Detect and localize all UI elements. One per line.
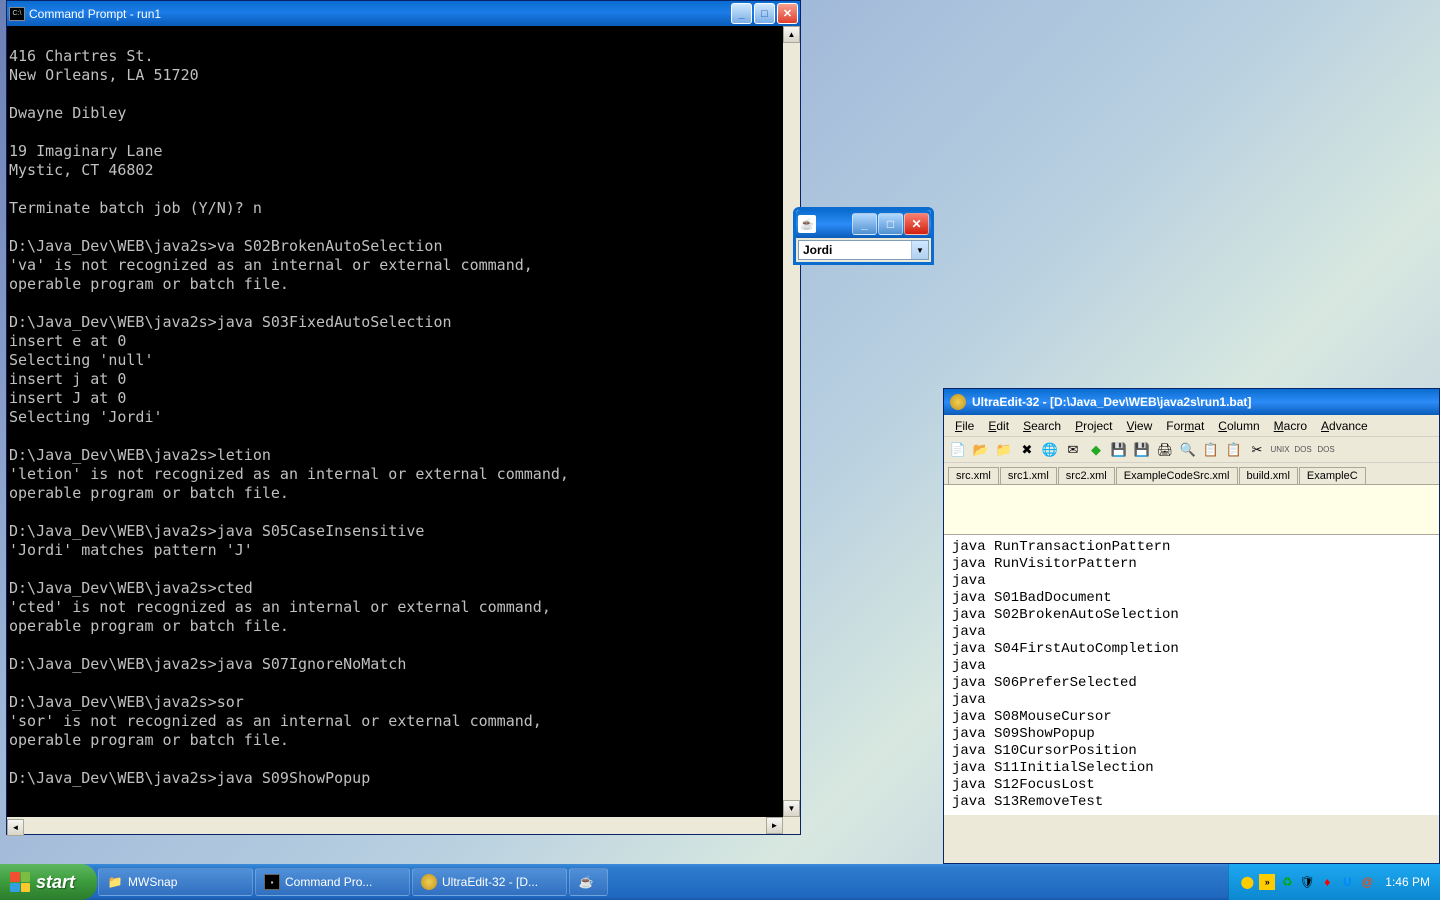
menu-edit[interactable]: Edit	[981, 417, 1016, 435]
save-all-icon[interactable]: 💾	[1132, 440, 1152, 460]
ultraedit-tabs: src.xml src1.xml src2.xml ExampleCodeSrc…	[944, 463, 1439, 485]
menu-format[interactable]: Format	[1159, 417, 1211, 435]
dos-icon[interactable]: DOS	[1293, 440, 1313, 460]
taskbar-item-java[interactable]: ☕	[569, 868, 608, 896]
ultraedit-titlebar[interactable]: UltraEdit-32 - [D:\Java_Dev\WEB\java2s\r…	[944, 389, 1439, 415]
tab-src2-xml[interactable]: src2.xml	[1058, 467, 1115, 484]
tray-icon-2[interactable]: »	[1259, 874, 1275, 890]
taskbar-item-ultraedit[interactable]: UltraEdit-32 - [D...	[412, 868, 567, 896]
cmd-icon: ▪	[264, 874, 280, 890]
tab-build-xml[interactable]: build.xml	[1239, 467, 1298, 484]
menu-search[interactable]: Search	[1016, 417, 1068, 435]
menu-view[interactable]: View	[1119, 417, 1159, 435]
task-label: Command Pro...	[285, 875, 372, 889]
java-maximize-button[interactable]: □	[878, 213, 903, 235]
command-prompt-window: C:\ Command Prompt - run1 _ □ ✕ 416 Char…	[6, 0, 801, 835]
paste-icon[interactable]: 📋	[1224, 440, 1244, 460]
minimize-button[interactable]: _	[731, 3, 752, 24]
java-minimize-button[interactable]: _	[852, 213, 877, 235]
java-icon: ☕	[578, 874, 594, 890]
windows-logo-icon	[10, 872, 30, 892]
scroll-left-button[interactable]: ◄	[7, 819, 24, 836]
tab-src-xml[interactable]: src.xml	[948, 467, 999, 484]
cmd-app-icon: C:\	[9, 7, 25, 21]
system-tray: ⬤ » ♻ 🛡 ♦ U @ 1:46 PM	[1228, 864, 1440, 900]
close-file-icon[interactable]: ✖	[1017, 440, 1037, 460]
start-label: start	[36, 872, 75, 893]
print-icon[interactable]: 🖨	[1155, 440, 1175, 460]
tray-icon-3[interactable]: ♻	[1279, 874, 1295, 890]
preview-icon[interactable]: 🔍	[1178, 440, 1198, 460]
tray-icon-at[interactable]: @	[1359, 874, 1375, 890]
taskbar-item-mwsnap[interactable]: 📁 MWSnap	[98, 868, 253, 896]
copy-icon[interactable]: 📋	[1201, 440, 1221, 460]
cut-icon[interactable]: ✂	[1247, 440, 1267, 460]
ultraedit-toolbar: 📄 📂 📁 ✖ 🌐 ✉ ◆ 💾 💾 🖨 🔍 📋 📋 ✂ UNIX DOS DOS	[944, 437, 1439, 463]
green-icon[interactable]: ◆	[1086, 440, 1106, 460]
menu-advanced[interactable]: Advance	[1314, 417, 1375, 435]
ultraedit-app-icon	[950, 394, 966, 410]
menu-macro[interactable]: Macro	[1267, 417, 1314, 435]
ultraedit-title: UltraEdit-32 - [D:\Java_Dev\WEB\java2s\r…	[972, 395, 1251, 409]
mac-icon[interactable]: DOS	[1316, 440, 1336, 460]
scroll-up-button[interactable]: ▲	[783, 26, 800, 43]
folder-icon: 📁	[107, 874, 123, 890]
open-file-icon[interactable]: 📂	[971, 440, 991, 460]
java-titlebar[interactable]: ☕ _ □ ✕	[796, 210, 931, 238]
tab-src1-xml[interactable]: src1.xml	[1000, 467, 1057, 484]
cmd-titlebar[interactable]: C:\ Command Prompt - run1 _ □ ✕	[7, 1, 800, 26]
ultraedit-icon	[421, 874, 437, 890]
task-label: UltraEdit-32 - [D...	[442, 875, 538, 889]
task-label: MWSnap	[128, 875, 177, 889]
combobox-value[interactable]: Jordi	[799, 241, 911, 259]
save-icon[interactable]: 💾	[1109, 440, 1129, 460]
cmd-output[interactable]: 416 Chartres St. New Orleans, LA 51720 D…	[7, 26, 783, 834]
new-file-icon[interactable]: 📄	[948, 440, 968, 460]
maximize-button[interactable]: □	[754, 3, 775, 24]
taskbar-clock[interactable]: 1:46 PM	[1385, 875, 1430, 889]
java-popup-window: ☕ _ □ ✕ Jordi ▼	[793, 207, 934, 265]
taskbar: start 📁 MWSnap ▪ Command Pro... UltraEdi…	[0, 864, 1440, 900]
unix-icon[interactable]: UNIX	[1270, 440, 1290, 460]
tray-icon-u[interactable]: U	[1339, 874, 1355, 890]
menu-column[interactable]: Column	[1211, 417, 1266, 435]
tray-icon-red[interactable]: ♦	[1319, 874, 1335, 890]
cmd-vertical-scrollbar[interactable]: ▲ ▼	[783, 26, 800, 834]
ultraedit-editor-content[interactable]: java RunTransactionPattern java RunVisit…	[944, 535, 1439, 815]
tray-icon-shield[interactable]: 🛡	[1299, 874, 1315, 890]
scroll-down-button[interactable]: ▼	[783, 800, 800, 817]
ultraedit-window: UltraEdit-32 - [D:\Java_Dev\WEB\java2s\r…	[943, 388, 1440, 864]
folder-icon[interactable]: 📁	[994, 440, 1014, 460]
combobox-dropdown-button[interactable]: ▼	[911, 241, 928, 259]
web-icon[interactable]: 🌐	[1040, 440, 1060, 460]
menu-file[interactable]: File	[948, 417, 981, 435]
cmd-horizontal-scrollbar[interactable]: ◄ ►	[7, 817, 783, 834]
java-cup-icon: ☕	[798, 215, 816, 233]
scroll-right-button[interactable]: ►	[766, 817, 783, 834]
ultraedit-menubar: File Edit Search Project View Format Col…	[944, 415, 1439, 437]
taskbar-item-command-prompt[interactable]: ▪ Command Pro...	[255, 868, 410, 896]
cmd-title: Command Prompt - run1	[29, 7, 731, 21]
tab-examplecodesrc-xml[interactable]: ExampleCodeSrc.xml	[1116, 467, 1238, 484]
menu-project[interactable]: Project	[1068, 417, 1119, 435]
java-combobox[interactable]: Jordi ▼	[798, 240, 929, 260]
mail-icon[interactable]: ✉	[1063, 440, 1083, 460]
java-close-button[interactable]: ✕	[904, 213, 929, 235]
start-button[interactable]: start	[0, 864, 97, 900]
close-button[interactable]: ✕	[777, 3, 798, 24]
ultraedit-blank-area	[944, 485, 1439, 535]
tab-example[interactable]: ExampleC	[1299, 467, 1366, 484]
tray-icon-1[interactable]: ⬤	[1239, 874, 1255, 890]
